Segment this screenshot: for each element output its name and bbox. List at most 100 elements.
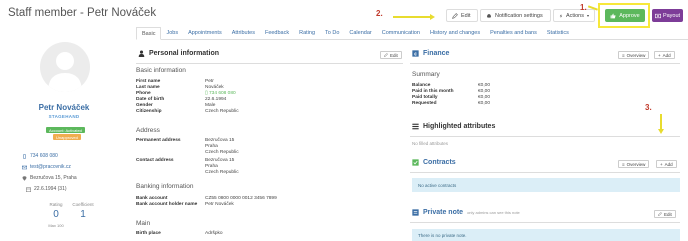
profile-name: Petr Nováček xyxy=(38,103,90,112)
tab-attributes[interactable]: Attributes xyxy=(227,27,260,40)
tab-jobs[interactable]: Jobs xyxy=(161,27,183,40)
highlighted-divider xyxy=(410,136,680,137)
highlighted-attributes-header: Highlighted attributes xyxy=(412,123,495,130)
notification-settings-label: Notification settings xyxy=(495,12,543,19)
basic-info-keys: First name Last name Phone Date of birth… xyxy=(136,79,198,116)
personal-info-edit-label: Edit xyxy=(390,52,398,58)
private-note-header: Private note only admins can see this no… xyxy=(412,209,520,216)
private-note-empty-alert: There is no private note. xyxy=(412,229,680,241)
permanent-address-value: Bezručova 15 Praha Czech Republic xyxy=(205,138,239,156)
profile-address-value: Bezručova 15, Praha xyxy=(30,175,77,181)
main-keys: Birth place xyxy=(136,231,161,236)
account-status-badge: Account: Activated xyxy=(46,127,85,133)
profile-address: Bezručova 15, Praha xyxy=(22,175,77,181)
profile-phone-value[interactable]: 734 608 080 xyxy=(30,153,58,159)
annotation-arrowhead-2 xyxy=(430,13,435,20)
finance-add-button[interactable]: + Add xyxy=(654,51,675,59)
finance-overview-button[interactable]: ≡ Overview xyxy=(618,51,650,59)
finance-values: €0,00 €0,00 €0,00 €0,00 xyxy=(478,83,491,107)
map-marker-icon xyxy=(22,175,27,181)
contracts-title: Contracts xyxy=(423,159,456,166)
profile-dob: 22.6.1994 (31) xyxy=(26,186,67,192)
pencil-icon xyxy=(658,212,662,216)
tab-penalties[interactable]: Penalties and bans xyxy=(485,27,542,40)
approve-label: Approve xyxy=(619,12,640,19)
phone-icon xyxy=(23,153,26,159)
bell-icon xyxy=(487,13,491,18)
contract-icon xyxy=(412,159,419,166)
annotation-number-1: 1. xyxy=(580,3,587,12)
contracts-divider xyxy=(410,172,680,173)
page-title: Staff member - Petr Nováček xyxy=(8,7,157,19)
tab-basic[interactable]: Basic xyxy=(136,27,162,40)
basic-info-title: Basic information xyxy=(136,67,186,74)
payout-button[interactable]: Payout xyxy=(652,9,683,22)
banking-values: CZ55 0800 0000 0012 3456 7899 Petr Nováč… xyxy=(205,196,277,208)
main-values: Adršpko xyxy=(205,231,223,236)
contracts-header: Contracts xyxy=(412,159,456,166)
basic-key: Citizenship xyxy=(136,109,162,115)
finance-icon: € xyxy=(412,50,419,57)
tab-rating[interactable]: Rating xyxy=(294,27,320,40)
approve-button[interactable]: Approve xyxy=(605,9,645,22)
tab-todo[interactable]: To Do xyxy=(320,27,344,40)
actions-dropdown[interactable]: Actions ▾ xyxy=(553,9,595,22)
edit-button-label: Edit xyxy=(461,12,471,19)
tab-appointments[interactable]: Appointments xyxy=(183,27,227,40)
tab-bar: Basic Jobs Appointments Attributes Feedb… xyxy=(136,27,688,40)
personal-info-header: Personal information xyxy=(138,50,219,57)
note-icon xyxy=(412,209,419,216)
contact-address-key: Contact address xyxy=(136,158,174,163)
tab-communication[interactable]: Communication xyxy=(377,27,425,40)
coefficient-value: 1 xyxy=(80,209,86,220)
rating-max: Max 100 xyxy=(48,223,64,228)
plus-icon: + xyxy=(660,161,663,167)
banking-info-title: Banking information xyxy=(136,183,194,190)
contracts-add-button[interactable]: + Add xyxy=(656,160,677,168)
pencil-icon xyxy=(384,53,388,57)
finance-keys: Balance Paid in this month Paid totally … xyxy=(412,83,454,107)
rating-value: 0 xyxy=(53,209,59,220)
private-note-edit-button[interactable]: Edit xyxy=(654,210,676,218)
caret-down-icon: ▾ xyxy=(586,13,589,18)
notification-settings-button[interactable]: Notification settings xyxy=(480,9,551,22)
finance-summary-title: Summary xyxy=(412,71,440,78)
basic-info-values: Petr Nováček ▯ 734 608 080 22.6.1994 Mal… xyxy=(205,79,285,116)
avatar xyxy=(40,42,90,92)
coefficient-label: Coefficient xyxy=(72,202,94,207)
basic-value: Czech Republic xyxy=(205,109,239,115)
envelope-icon xyxy=(22,165,27,169)
banking-keys: Bank account Bank account holder name xyxy=(136,196,198,208)
finance-title: Finance xyxy=(423,50,450,57)
profile-email: test@pracovnik.cz xyxy=(22,164,71,170)
pencil-icon xyxy=(452,12,458,19)
annotation-arrow-3 xyxy=(660,114,662,130)
personal-info-title: Personal information xyxy=(149,50,220,57)
lightning-icon xyxy=(559,13,563,18)
list-icon xyxy=(412,123,419,130)
annotation-arrow-2 xyxy=(393,16,431,18)
calendar-icon xyxy=(26,187,31,192)
address-title: Address xyxy=(136,127,160,134)
profile-role: STAGEHAND xyxy=(48,114,80,119)
profile-email-value[interactable]: test@pracovnik.cz xyxy=(30,164,71,170)
user-icon xyxy=(138,50,145,57)
main-title: Main xyxy=(136,220,151,227)
list-icon: ≡ xyxy=(622,161,625,167)
tab-statistics[interactable]: Statistics xyxy=(542,27,574,40)
personal-info-edit-button[interactable]: Edit xyxy=(380,51,402,59)
contracts-overview-button[interactable]: ≡ Overview xyxy=(618,160,650,168)
tab-history[interactable]: History and changes xyxy=(425,27,485,40)
contact-address-value: Bezručova 15 Praha Czech Republic xyxy=(205,158,239,176)
actions-label: Actions xyxy=(565,12,584,19)
finance-divider xyxy=(410,63,680,64)
tab-feedback[interactable]: Feedback xyxy=(260,27,294,40)
thumbs-up-icon xyxy=(610,13,616,18)
tab-calendar[interactable]: Calendar xyxy=(344,27,376,40)
svg-text:€: € xyxy=(414,51,417,57)
private-note-title: Private note xyxy=(423,209,464,216)
user-silhouette-icon xyxy=(48,52,82,92)
edit-button[interactable]: Edit xyxy=(446,9,478,22)
profile-sidebar: Petr Nováček STAGEHAND Account: Activate… xyxy=(0,30,128,241)
money-icon xyxy=(654,13,661,18)
